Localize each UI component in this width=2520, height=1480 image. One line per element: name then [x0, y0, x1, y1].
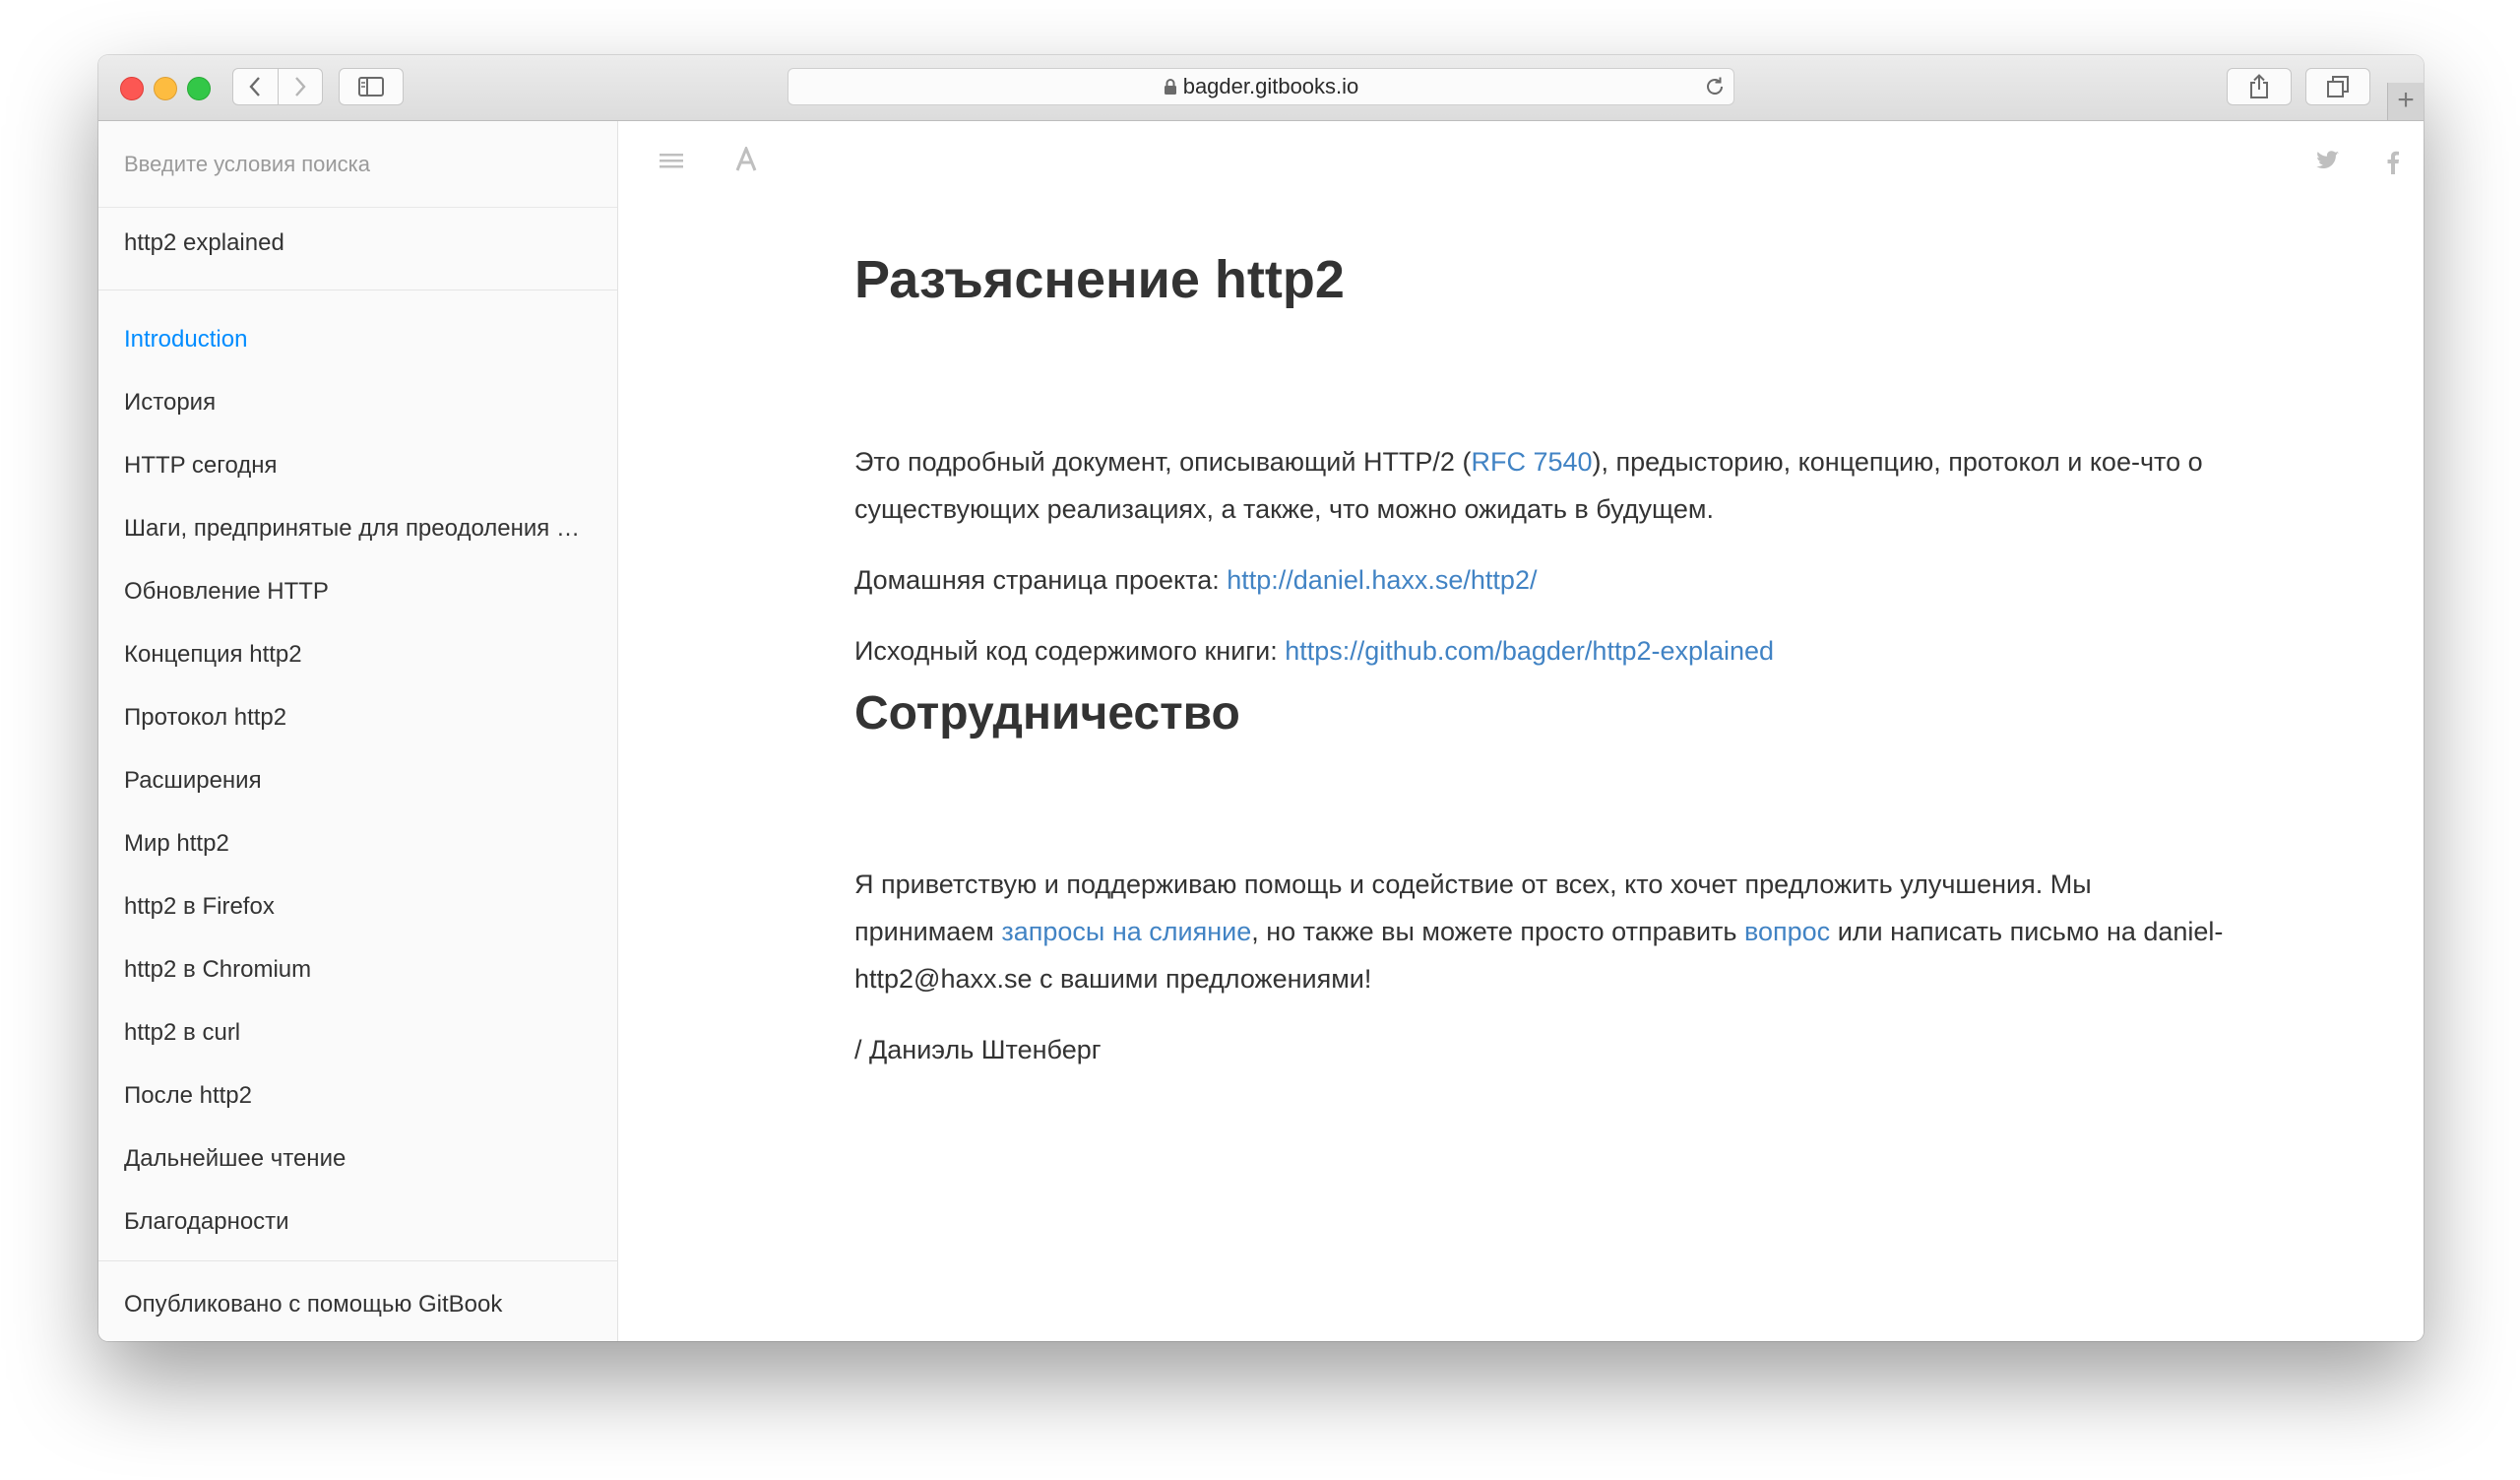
tabs-icon [2327, 76, 2349, 97]
browser-toolbar: bagder.gitbooks.io + [98, 55, 2424, 121]
intro-paragraph: Это подробный документ, описывающий HTTP… [854, 438, 2233, 533]
reload-icon [1707, 77, 1723, 95]
chevron-left-icon [249, 77, 261, 97]
facebook-icon [2387, 151, 2399, 174]
sidebar-item[interactable]: Дальнейшее чтение [98, 1127, 617, 1190]
homepage-paragraph: Домашняя страница проекта: http://daniel… [854, 556, 2233, 604]
sidebar-toggle-button[interactable] [339, 68, 404, 105]
chevron-right-icon [294, 77, 306, 97]
font-settings-button[interactable] [734, 145, 758, 177]
chapter-list: Introduction История HTTP сегодня Шаги, пре… [98, 308, 617, 1254]
sidebar-item[interactable]: Шаги, предпринятые для преодоления огран… [98, 497, 617, 560]
source-paragraph: Исходный код содержимого книги: https://… [854, 627, 2233, 675]
intro-text-start: Это подробный документ, описывающий HTTP… [854, 447, 1472, 477]
share-facebook-button[interactable] [2386, 151, 2400, 179]
minimize-window-button[interactable] [154, 77, 177, 100]
sidebar-item[interactable]: История [98, 371, 617, 434]
share-box-icon [2250, 74, 2268, 98]
new-tab-button[interactable]: + [2387, 83, 2424, 120]
sidebar-item[interactable]: Благодарности [98, 1190, 617, 1254]
published-with-gitbook-link[interactable]: Опубликовано с помощью GitBook [124, 1291, 502, 1319]
page-content: Разъяснение http2 Это подробный документ… [618, 121, 2424, 1341]
sidebar-item[interactable]: Introduction [98, 308, 617, 371]
homepage-link[interactable]: http://daniel.haxx.se/http2/ [1227, 565, 1537, 595]
tabs-overview-button[interactable] [2305, 68, 2370, 105]
sidebar-icon [358, 77, 384, 97]
search-input[interactable] [98, 121, 617, 208]
sidebar-item[interactable]: http2 в Firefox [98, 875, 617, 938]
forward-button[interactable] [279, 69, 323, 104]
signature: / Даниэль Штенберг [854, 1035, 1102, 1064]
sidebar-item[interactable]: Мир http2 [98, 812, 617, 875]
contribution-text-middle: , но также вы можете просто отправить [1251, 917, 1744, 946]
hamburger-icon [660, 154, 683, 168]
contribution-paragraph: Я приветствую и поддерживаю помощь и сод… [854, 861, 2233, 1002]
pull-requests-link[interactable]: запросы на слияние [1001, 917, 1251, 946]
close-window-button[interactable] [120, 77, 144, 100]
maximize-window-button[interactable] [187, 77, 211, 100]
share-page-button[interactable] [2227, 68, 2292, 105]
rfc-7540-link[interactable]: RFC 7540 [1471, 447, 1592, 477]
source-label: Исходный код содержимого книги: [854, 636, 1286, 666]
reload-button[interactable] [1704, 76, 1726, 102]
homepage-label: Домашняя страница проекта: [854, 565, 1228, 595]
section-title-contribution: Сотрудничество [854, 687, 1240, 740]
lock-icon [1164, 79, 1176, 95]
book-summary-sidebar: http2 explained IntroductionИсторияHTTP … [98, 121, 618, 1341]
share-twitter-button[interactable] [2316, 151, 2340, 175]
history-navigation [232, 68, 323, 105]
sidebar-item[interactable]: http2 в Chromium [98, 938, 617, 1001]
sidebar-item[interactable]: HTTP сегодня [98, 434, 617, 497]
github-source-link[interactable]: https://github.com/bagder/http2-explaine… [1285, 636, 1774, 666]
sidebar-item[interactable]: Обновление HTTP [98, 560, 617, 623]
back-button[interactable] [233, 69, 279, 104]
sidebar-divider [98, 1260, 617, 1261]
twitter-icon [2316, 151, 2339, 168]
url-text: bagder.gitbooks.io [1182, 74, 1359, 98]
page-title: Разъяснение http2 [854, 250, 1345, 309]
sidebar-item[interactable]: http2 в curl [98, 1001, 617, 1064]
sidebar-item[interactable]: После http2 [98, 1064, 617, 1127]
address-bar[interactable]: bagder.gitbooks.io [788, 68, 1734, 105]
sidebar-item[interactable]: Концепция http2 [98, 623, 617, 686]
issue-link[interactable]: вопрос [1744, 917, 1830, 946]
sidebar-item[interactable]: Расширения [98, 749, 617, 812]
font-a-icon [735, 145, 757, 171]
toc-toggle-button[interactable] [660, 151, 683, 175]
book-title-link[interactable]: http2 explained [124, 229, 284, 257]
browser-window: bagder.gitbooks.io + http2 explained Int… [98, 55, 2424, 1341]
sidebar-item[interactable]: Протокол http2 [98, 686, 617, 749]
address-url: bagder.gitbooks.io [788, 69, 1733, 104]
